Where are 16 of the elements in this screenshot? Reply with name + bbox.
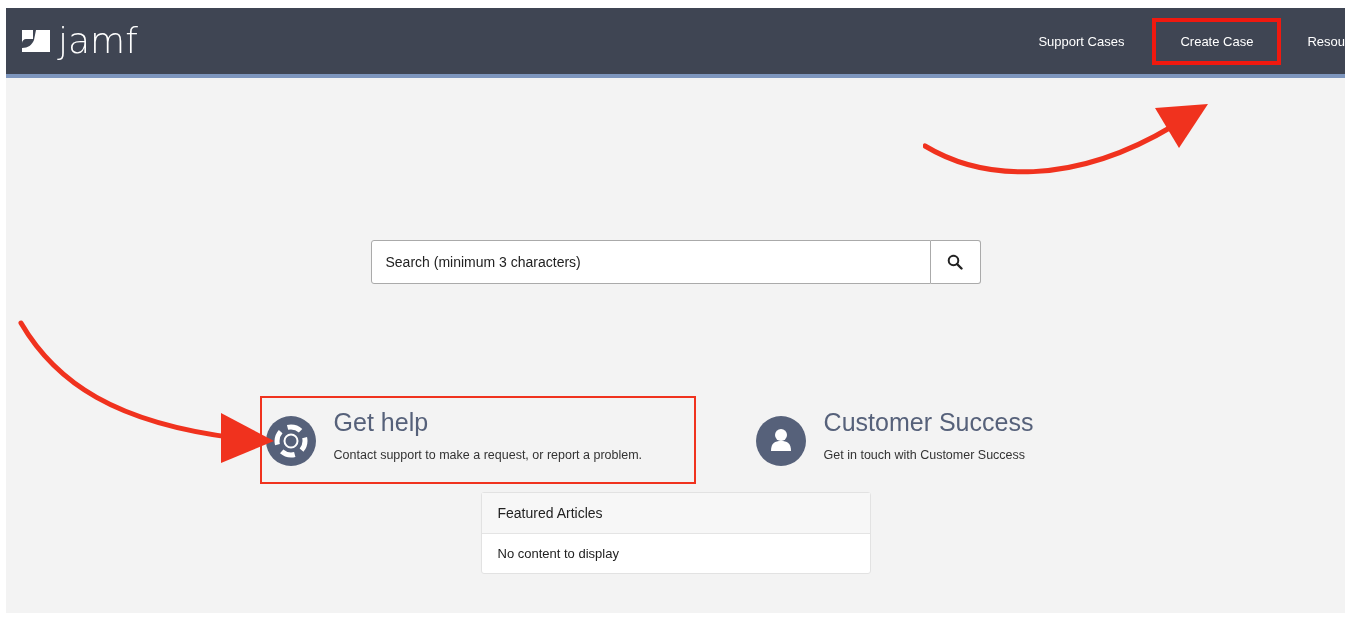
lifebuoy-icon	[265, 416, 316, 466]
logo-icon	[20, 28, 52, 54]
person-icon	[755, 416, 806, 466]
card-title-link[interactable]: Get help	[333, 406, 643, 438]
card-title-link[interactable]: Customer Success	[823, 406, 1034, 438]
card-description: Get in touch with Customer Success	[823, 448, 1027, 462]
logo-text: jamf	[58, 21, 138, 61]
nav-link[interactable]: Support Cases	[1038, 33, 1125, 49]
card-description: Contact support to make a request, or report a problem.	[333, 448, 643, 462]
nav-link[interactable]: Resou	[1307, 33, 1345, 49]
empty-message: No content to display	[497, 546, 619, 561]
search-icon	[947, 254, 963, 270]
nav-link[interactable]: Create Case	[1180, 33, 1254, 49]
panel-title: Featured Articles	[497, 505, 603, 521]
search-button[interactable]	[930, 240, 981, 284]
search-field[interactable]: Search (minimum 3 characters)	[370, 240, 931, 284]
